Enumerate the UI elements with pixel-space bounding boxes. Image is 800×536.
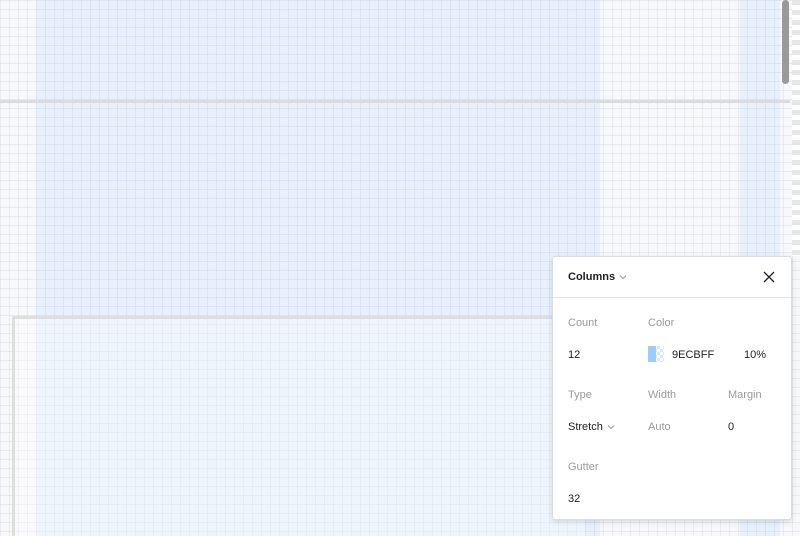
grid-type-dropdown[interactable]: Columns [568, 271, 627, 283]
width-label: Width [648, 389, 677, 401]
frame-edge [0, 100, 790, 103]
color-opacity-input[interactable]: 10% [744, 349, 766, 361]
panel-header: Columns [553, 257, 791, 298]
gutter-label: Gutter [568, 461, 599, 473]
close-icon[interactable] [761, 269, 777, 285]
color-swatch[interactable] [648, 346, 664, 362]
color-label: Color [648, 317, 675, 329]
type-value: Stretch [568, 421, 603, 433]
chevron-down-icon [619, 275, 627, 280]
color-hex-input[interactable]: 9ECBFF [672, 349, 714, 361]
count-input[interactable]: 12 [568, 349, 580, 361]
ruler-strip [792, 0, 800, 256]
gutter-input[interactable]: 32 [568, 493, 580, 505]
vertical-scrollbar[interactable] [782, 0, 789, 84]
count-label: Count [568, 317, 598, 329]
chevron-down-icon [607, 425, 615, 430]
margin-label: Margin [728, 389, 762, 401]
layout-grid-panel: Columns Count Color 12 9ECBFF 10% Type W… [552, 256, 792, 520]
frame-outline[interactable] [12, 316, 585, 536]
design-canvas[interactable]: Columns Count Color 12 9ECBFF 10% Type W… [0, 0, 800, 536]
type-label: Type [568, 389, 592, 401]
width-input[interactable]: Auto [648, 421, 671, 433]
type-dropdown[interactable]: Stretch [568, 421, 615, 433]
margin-input[interactable]: 0 [728, 421, 734, 433]
panel-title: Columns [568, 271, 616, 283]
